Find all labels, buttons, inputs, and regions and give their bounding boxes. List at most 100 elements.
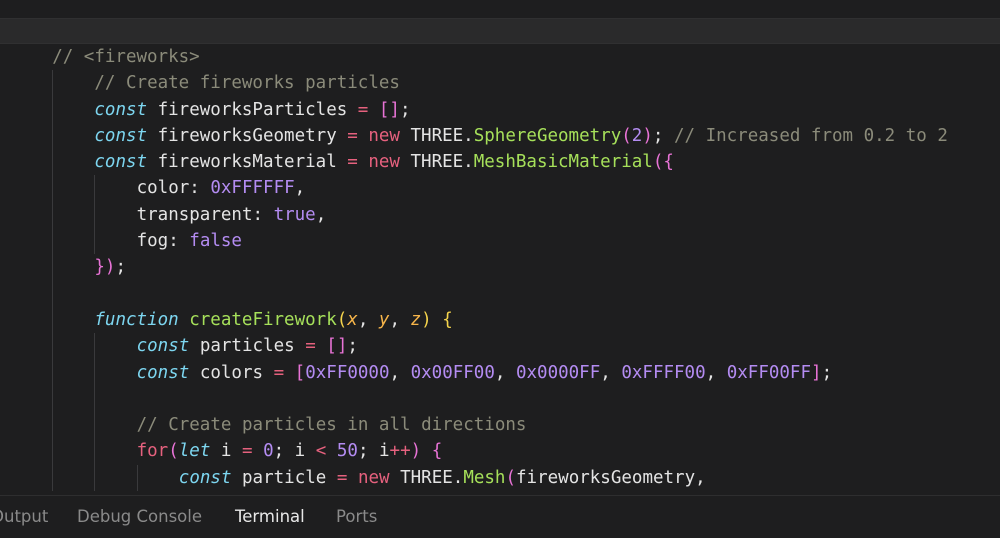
code-token: // <fireworks> — [52, 47, 200, 67]
code-token: true — [273, 204, 316, 225]
indent-guide — [52, 122, 54, 150]
code-line[interactable]: const fireworksGeometry = new THREE.Sphe… — [0, 122, 1000, 150]
code-token: Mesh — [463, 467, 506, 488]
code-token: ; — [347, 336, 358, 357]
indent-guide — [52, 412, 54, 439]
code-token: { — [442, 309, 453, 330]
code-line[interactable]: const particles = []; — [0, 333, 1000, 360]
indent-guide — [94, 412, 96, 439]
code-token: function — [94, 309, 179, 330]
code-token: ; — [115, 257, 127, 278]
code-token: [ — [294, 362, 306, 383]
tab-terminal[interactable]: Terminal — [235, 496, 305, 532]
code-token: THREE. — [399, 152, 474, 173]
code-token: 50 — [336, 441, 358, 462]
code-token: 2 — [631, 125, 643, 146]
code-token: fireworksGeometry, — [516, 467, 706, 488]
tab-ports[interactable]: Ports — [336, 496, 377, 532]
code-line-content: transparent: true, — [137, 202, 327, 228]
indent-guide — [52, 359, 54, 386]
code-line[interactable]: const fireworksParticles = []; — [0, 96, 1000, 123]
code-token: ; — [821, 362, 833, 383]
code-token: z — [410, 309, 422, 330]
code-token: ) — [642, 125, 653, 146]
code-token: ; — [652, 125, 674, 146]
code-line-content: // Create particles in all directions — [137, 412, 527, 438]
code-line[interactable]: fog: false — [0, 228, 1000, 255]
indent-guide — [94, 333, 96, 360]
code-token: fog: — [136, 231, 190, 252]
code-line[interactable]: const particle = new THREE.Mesh(firework… — [0, 464, 1000, 492]
code-token: , — [705, 362, 727, 383]
code-line[interactable]: color: 0xFFFFFF, — [0, 175, 1000, 202]
indent-guide — [94, 438, 96, 465]
code-token: < — [315, 441, 327, 462]
code-token: transparent: — [136, 204, 274, 225]
code-token: const — [94, 99, 148, 120]
code-line-content: function createFirework(x, y, z) { — [94, 307, 452, 333]
code-token: i — [210, 441, 242, 462]
code-token: [] — [326, 336, 348, 357]
code-token: = — [347, 152, 358, 173]
indent-guide — [52, 149, 54, 176]
code-token: 0xFFFF00 — [621, 362, 706, 383]
indent-guide — [94, 175, 96, 202]
code-token: ; i — [357, 441, 390, 462]
code-token: ({ — [652, 152, 674, 173]
indent-guide — [94, 228, 96, 255]
code-line[interactable]: transparent: true, — [0, 201, 1000, 229]
code-line[interactable]: const fireworksMaterial = new THREE.Mesh… — [0, 149, 1000, 176]
code-token: = — [357, 99, 369, 120]
code-token: let — [178, 441, 211, 462]
code-line-content: const fireworksGeometry = new THREE.Sphe… — [94, 123, 948, 149]
code-token: , — [294, 178, 306, 199]
code-token: ( — [505, 467, 517, 488]
indent-guide — [52, 201, 54, 229]
code-line-content: // Create fireworks particles — [94, 70, 400, 96]
code-line[interactable]: const colors = [0xFF0000, 0x00FF00, 0x00… — [0, 359, 1000, 386]
code-token: new — [357, 467, 390, 488]
tab-output[interactable]: Output — [0, 496, 48, 532]
indent-guide — [94, 201, 96, 229]
code-token: color: — [136, 178, 211, 199]
code-token: // Create fireworks particles — [94, 73, 400, 94]
code-line-content: const particle = new THREE.Mesh(firework… — [179, 465, 706, 491]
code-token: colors — [189, 362, 274, 383]
code-line[interactable]: // <fireworks> — [0, 44, 1000, 70]
indent-guide — [52, 175, 54, 202]
code-token: 0xFF00FF — [726, 362, 812, 383]
code-token: ) — [421, 309, 432, 330]
code-token: = — [347, 125, 358, 146]
indent-guide — [52, 228, 54, 255]
indent-guide — [52, 464, 54, 492]
code-line-content: // <fireworks> — [52, 44, 200, 70]
code-token: ( — [336, 309, 348, 330]
code-line[interactable] — [0, 280, 1000, 307]
code-token: const — [94, 152, 148, 173]
indent-guide — [136, 464, 138, 492]
code-token: , — [389, 309, 411, 330]
tab-debug-console[interactable]: Debug Console — [77, 496, 202, 532]
code-token: for — [136, 441, 169, 462]
indent-guide — [52, 333, 54, 360]
code-line[interactable]: }); — [0, 254, 1000, 281]
indent-guide — [52, 254, 54, 281]
code-token: fireworksGeometry — [147, 125, 348, 146]
editor-top-strip — [0, 0, 1000, 18]
code-line[interactable]: function createFirework(x, y, z) { — [0, 306, 1000, 334]
current-line-highlight — [0, 18, 1000, 44]
code-line[interactable]: // Create fireworks particles — [0, 70, 1000, 97]
code-editor[interactable]: // <fireworks> // Create fireworks partic… — [0, 0, 1000, 495]
code-line[interactable]: for(let i = 0; i < 50; i++) { — [0, 438, 1000, 465]
code-line[interactable] — [0, 385, 1000, 413]
indent-guide — [94, 359, 96, 386]
code-line[interactable]: // Create particles in all directions — [0, 412, 1000, 439]
code-lines[interactable]: // <fireworks> // Create fireworks partic… — [0, 44, 1000, 492]
code-token: createFirework — [189, 309, 337, 330]
code-token: ( — [621, 125, 632, 146]
